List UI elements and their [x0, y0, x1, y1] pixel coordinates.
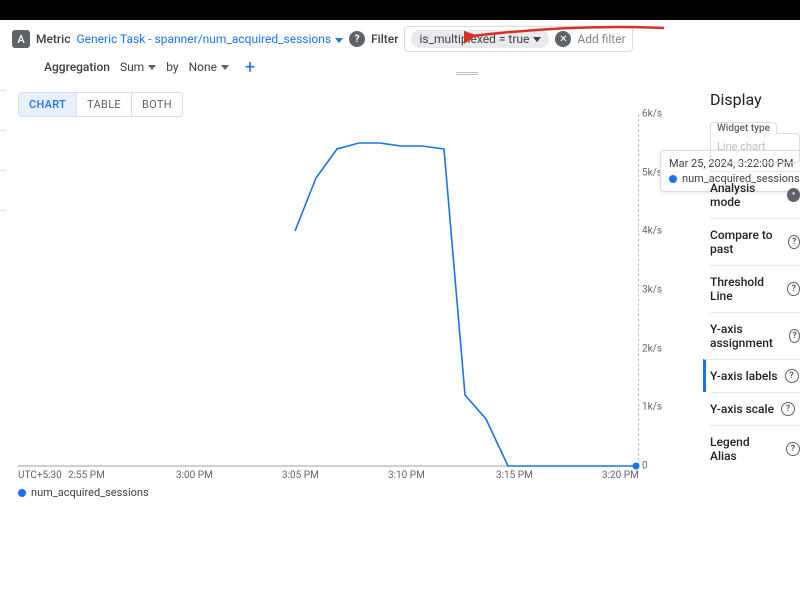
metric-selector[interactable]: Generic Task - spanner/num_acquired_sess…	[76, 32, 343, 46]
chart-legend[interactable]: num_acquired_sessions	[18, 486, 149, 499]
help-icon: ?	[786, 442, 800, 456]
series-badge: A	[12, 30, 30, 48]
caret-down-icon	[221, 65, 229, 70]
help-icon: ?	[789, 329, 800, 343]
chart-area: 0 1k/s 2k/s 3k/s 4k/s 5k/s 6k/s UTC+5:30…	[18, 90, 664, 486]
display-panel: Display Widget type Line chart Analysis …	[710, 90, 800, 472]
remove-filter-button[interactable]: ✕	[555, 31, 571, 47]
legend-dot-icon	[669, 175, 677, 183]
line-chart[interactable]	[18, 114, 658, 474]
widget-type-dropdown[interactable]: Line chart	[710, 133, 800, 163]
help-icon: ?	[785, 369, 799, 383]
help-icon: ?	[788, 235, 800, 249]
add-aggregation-button[interactable]: +	[239, 56, 261, 78]
caret-down-icon	[335, 38, 343, 43]
side-item-yaxis-scale[interactable]: Y-axis scale?	[710, 392, 800, 425]
side-item-analysis-mode[interactable]: Analysis mode•	[710, 171, 800, 218]
aggregation-group-dropdown[interactable]: None	[185, 58, 233, 76]
aggregation-by-label: by	[166, 60, 178, 74]
help-icon: ?	[781, 402, 795, 416]
filter-chip[interactable]: is_multiplexed = true	[411, 30, 549, 48]
add-filter-input[interactable]: Add filter	[577, 32, 625, 46]
side-item-compare-to-past[interactable]: Compare to past?	[710, 218, 800, 265]
left-gutter	[0, 90, 6, 490]
hover-point	[633, 463, 640, 470]
help-icon: ?	[787, 282, 800, 296]
caret-down-icon	[148, 65, 156, 70]
filter-box: is_multiplexed = true ✕ Add filter	[404, 26, 632, 52]
toggle-icon: •	[787, 188, 800, 202]
help-icon[interactable]: ?	[349, 31, 365, 47]
aggregation-label: Aggregation	[44, 60, 110, 74]
side-item-yaxis-assignment[interactable]: Y-axis assignment?	[710, 312, 800, 359]
display-panel-title: Display	[710, 90, 800, 109]
side-item-yaxis-labels[interactable]: Y-axis labels?	[703, 359, 800, 392]
caret-down-icon	[533, 37, 541, 42]
side-item-threshold-line[interactable]: Threshold Line?	[710, 265, 800, 312]
metric-label: Metric	[36, 32, 70, 46]
legend-dot-icon	[18, 489, 26, 497]
drag-handle-icon[interactable]	[456, 72, 478, 75]
filter-label: Filter	[371, 32, 398, 46]
widget-type-label: Widget type	[710, 122, 777, 134]
aggregation-func-dropdown[interactable]: Sum	[116, 58, 160, 76]
side-item-legend-alias[interactable]: Legend Alias?	[710, 425, 800, 472]
